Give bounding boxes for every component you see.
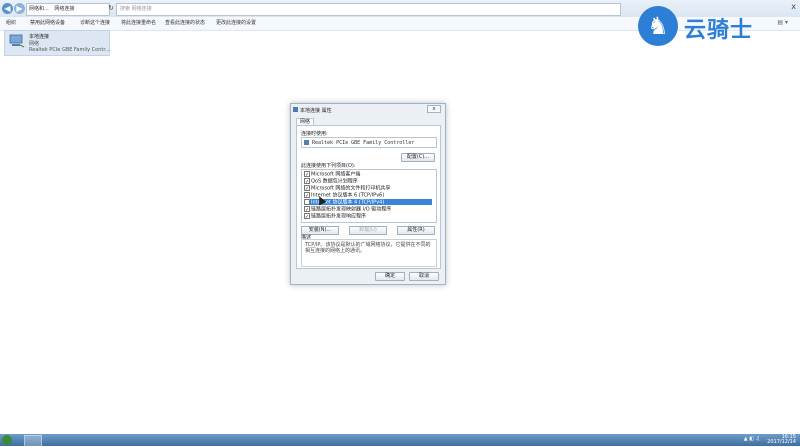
uninstall-button[interactable]: 卸载(U) (349, 226, 387, 235)
disable-device-button[interactable]: 禁用此网络设备 (30, 19, 65, 26)
checkbox[interactable]: ✓ (304, 185, 310, 192)
adapter-field: Realtek PCIe GBE Family Controller (301, 137, 437, 148)
refresh-icon[interactable]: ↻ (108, 3, 116, 14)
connection-properties-dialog: 本地连接 属性 x 网络 连接时使用: Realtek PCIe GBE Fam… (290, 103, 446, 285)
connect-using-label: 连接时使用: (301, 131, 328, 137)
item-label: QoS 数据包计划程序 (311, 178, 358, 185)
logo-text: 云骑士 (684, 18, 754, 43)
adapter-name: Realtek PCIe GBE Family Controller (312, 140, 415, 146)
item-label: 链路层拓扑发现响应程序 (311, 213, 367, 220)
configure-button[interactable]: 配置(C)... (401, 153, 435, 162)
diagnose-button[interactable]: 诊断这个连接 (80, 19, 110, 26)
dialog-close-button[interactable]: x (427, 105, 441, 113)
breadcrumb-item[interactable]: 网络连接 (54, 6, 74, 12)
change-settings-button[interactable]: 更改此连接的设置 (216, 19, 256, 26)
forward-button[interactable]: ▶ (14, 3, 25, 14)
breadcrumb-item[interactable]: 网络和... (29, 6, 49, 12)
dialog-title: 本地连接 属性 (300, 108, 332, 114)
list-item[interactable]: ✓ Microsoft 网络客户端 (304, 171, 432, 178)
clock-date: 2017/12/14 (767, 439, 796, 445)
description-box: TCP/IP。该协议是默认的广域网络协议，它提供在不同的相互连接的网络上的通讯。 (301, 239, 437, 267)
rename-button[interactable]: 将此连接重命名 (121, 19, 156, 26)
connection-device: Realtek PCIe GBE Family Contr... (29, 47, 110, 53)
local-connection-item[interactable]: 本地连接 网络 Realtek PCIe GBE Family Contr... (4, 30, 110, 56)
dialog-title-icon (293, 107, 298, 112)
properties-button[interactable]: 属性(R) (397, 226, 435, 235)
ok-button[interactable]: 确定 (375, 272, 405, 281)
description-text: TCP/IP。该协议是默认的广域网络协议，它提供在不同的相互连接的网络上的通讯。 (305, 242, 431, 254)
cancel-button[interactable]: 取消 (409, 272, 439, 281)
list-item[interactable]: ✓ 链路层拓扑发现映射器 I/O 驱动程序 (304, 206, 432, 213)
checkbox[interactable]: ✓ (304, 192, 310, 199)
checkbox[interactable]: ✓ (304, 199, 310, 206)
item-label: 链路层拓扑发现映射器 I/O 驱动程序 (311, 206, 392, 213)
checkbox[interactable]: ✓ (304, 213, 310, 220)
view-status-button[interactable]: 查看此连接的状态 (165, 19, 205, 26)
system-tray[interactable]: ▲ ◧ ♫ (744, 436, 760, 442)
list-item[interactable]: ✓ 链路层拓扑发现响应程序 (304, 213, 432, 220)
items-label: 此连接使用下列项目(O): (301, 163, 356, 169)
back-button[interactable]: ◀ (2, 3, 13, 14)
search-input[interactable]: 搜索 网络连接 (116, 3, 621, 16)
connection-status: 网络 (29, 41, 40, 47)
connection-name: 本地连接 (29, 34, 50, 40)
checkbox[interactable]: ✓ (304, 206, 310, 213)
breadcrumb[interactable]: 网络和... 网络连接 (26, 3, 110, 16)
start-button[interactable] (2, 435, 12, 445)
close-window-icon[interactable]: x (791, 2, 796, 11)
watermark-logo: ♞ 云骑士 (638, 6, 788, 48)
checkbox[interactable]: ✓ (304, 178, 310, 185)
adapter-icon (304, 140, 309, 145)
list-item[interactable]: ✓ Microsoft 网络的文件和打印机共享 (304, 185, 432, 192)
checkbox[interactable]: ✓ (304, 171, 310, 178)
knight-logo-icon: ♞ (638, 6, 678, 46)
network-adapter-icon (9, 34, 25, 48)
organize-menu[interactable]: 组织 (6, 19, 16, 26)
list-item[interactable]: ✓ QoS 数据包计划程序 (304, 178, 432, 185)
clock[interactable]: 16:15 2017/12/14 (767, 435, 796, 445)
taskbar-explorer-button[interactable] (24, 435, 42, 447)
taskbar: ▲ ◧ ♫ 16:15 2017/12/14 (0, 434, 800, 447)
item-label: Microsoft 网络的文件和打印机共享 (311, 185, 391, 192)
item-label: Microsoft 网络客户端 (311, 171, 361, 178)
